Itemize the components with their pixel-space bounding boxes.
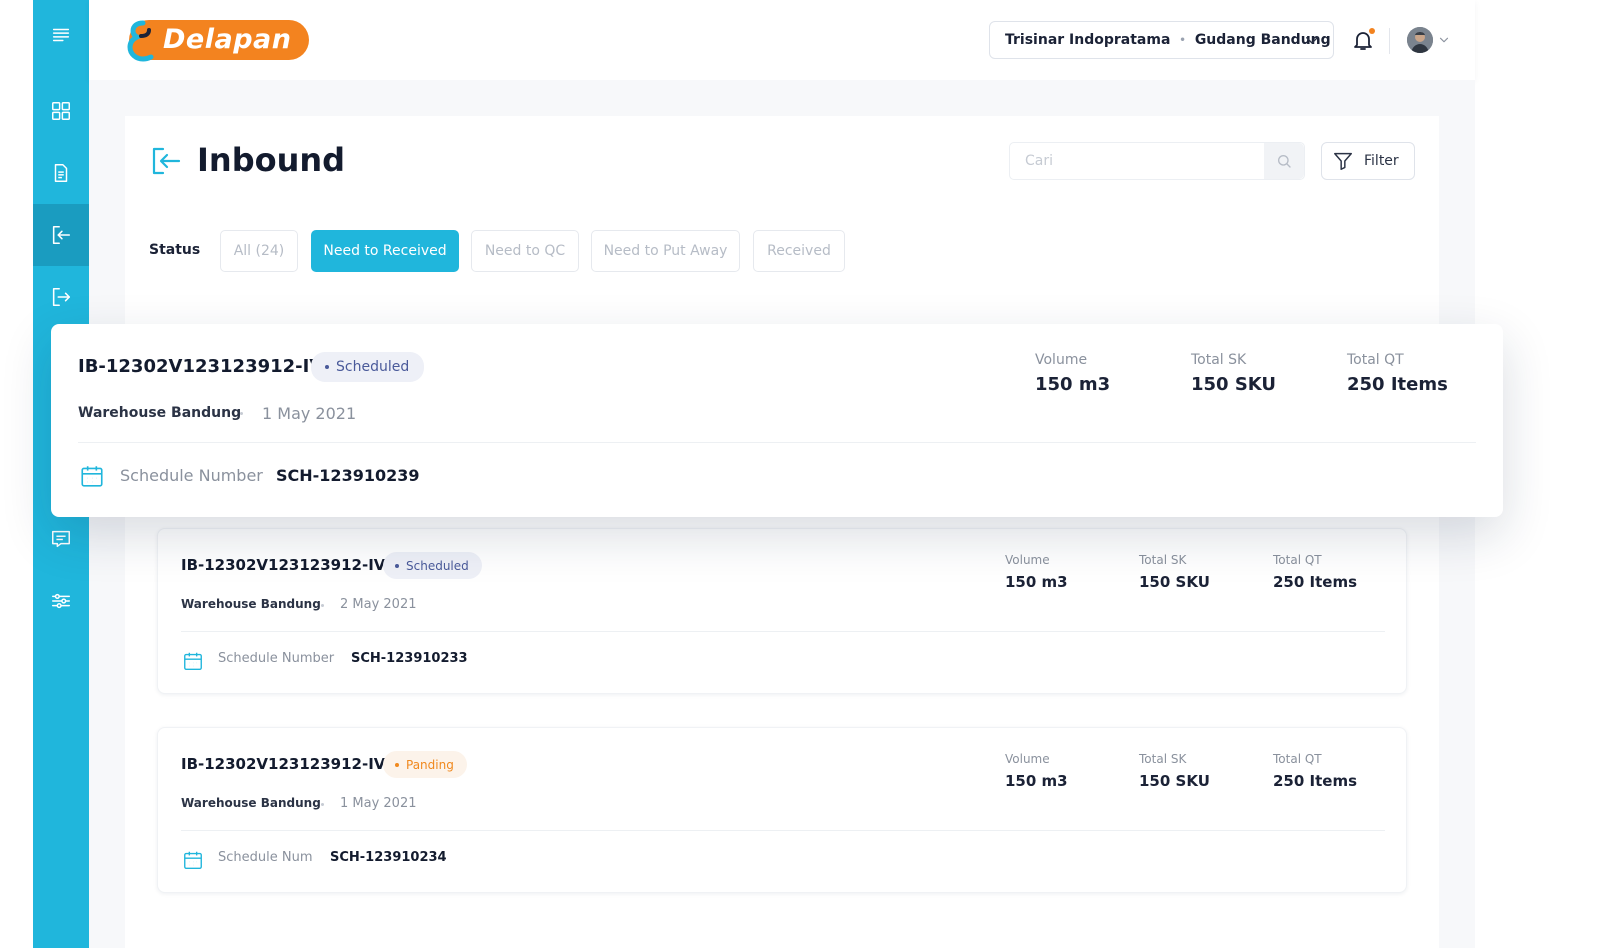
total-sku-label: Total SK [1191, 352, 1247, 368]
badge-dot [395, 762, 399, 767]
sidebar-item-dashboard[interactable] [33, 80, 89, 142]
menu-icon [52, 28, 70, 42]
badge-dot [395, 563, 399, 568]
company-name: Trisinar Indopratama [1005, 32, 1171, 48]
filter-button[interactable]: Filter [1321, 142, 1415, 180]
volume-value: 150 m3 [1005, 772, 1068, 790]
warehouse-selector[interactable]: Trisinar Indopratama • Gudang Bandung [989, 21, 1334, 59]
volume-label: Volume [1005, 553, 1050, 567]
tab-need-to-put-away[interactable]: Need to Put Away [591, 230, 740, 272]
menu-toggle[interactable] [33, 4, 89, 66]
logo-mark-icon [127, 20, 154, 62]
settings-icon [52, 593, 70, 609]
dashboard-icon [52, 102, 70, 120]
inbound-ref: IB-12302V123123912-IV [181, 755, 386, 773]
sidebar-item-messages[interactable] [33, 508, 89, 570]
volume-label: Volume [1035, 352, 1088, 368]
total-sku-value: 150 SKU [1139, 573, 1210, 591]
status-badge-label: Scheduled [336, 359, 410, 375]
inbound-date: 1 May 2021 [340, 796, 417, 811]
message-icon [52, 530, 70, 548]
document-icon [54, 164, 68, 182]
tab-need-to-qc[interactable]: Need to QC [471, 230, 579, 272]
tab-received[interactable]: Received [753, 230, 845, 272]
separator-dot [321, 604, 324, 607]
schedule-number: SCH-123910239 [276, 466, 420, 485]
calendar-icon [184, 851, 202, 869]
inbound-icon [52, 225, 71, 245]
inbound-date: 2 May 2021 [340, 597, 417, 612]
sidebar-item-inbound[interactable] [33, 204, 89, 266]
sidebar-item-outbound[interactable] [33, 266, 89, 328]
search-input[interactable] [1010, 143, 1266, 179]
calendar-icon [184, 652, 202, 670]
warehouse-name: Warehouse Bandung [181, 597, 321, 611]
card-divider [181, 830, 1385, 831]
total-qty-value: 250 Items [1273, 772, 1358, 790]
search-icon [1278, 155, 1291, 168]
volume-value: 150 m3 [1035, 374, 1111, 395]
volume-value: 150 m3 [1005, 573, 1068, 591]
filter-label: Filter [1364, 153, 1399, 169]
inbound-ref: IB-12302V123123912-IV [78, 356, 324, 377]
sidebar-item-documents[interactable] [33, 142, 89, 204]
status-badge: Scheduled [311, 352, 425, 382]
outbound-icon [52, 287, 71, 307]
total-sku-label: Total SK [1139, 553, 1187, 567]
page-title: Inbound [197, 141, 346, 179]
chevron-down-icon[interactable] [1437, 33, 1451, 47]
total-sku-label: Total SK [1139, 752, 1187, 766]
total-qty-label: Total QT [1273, 752, 1322, 766]
inbound-card[interactable]: IB-12302V123123912-IV Panding Warehouse … [157, 727, 1407, 893]
schedule-label: Schedule Num [218, 850, 313, 865]
filter-icon [1334, 152, 1352, 170]
total-qty-value: 250 Items [1347, 374, 1448, 395]
total-sku-value: 150 SKU [1191, 374, 1277, 395]
warehouse-name: Warehouse Bandung [78, 405, 242, 421]
total-qty-label: Total QT [1273, 553, 1322, 567]
search-button[interactable] [1264, 143, 1304, 179]
status-badge-label: Panding [406, 757, 454, 772]
sidebar-item-settings[interactable] [33, 570, 89, 632]
total-sku-value: 150 SKU [1139, 772, 1210, 790]
inbound-ref: IB-12302V123123912-IV [181, 556, 386, 574]
brand-logo[interactable]: Delapan [121, 20, 309, 62]
top-header: Delapan Trisinar Indopratama • Gudang Ba… [89, 0, 1475, 80]
schedule-number: SCH-123910234 [330, 850, 447, 865]
tab-need-to-received[interactable]: Need to Received [311, 230, 459, 272]
card-divider [78, 442, 1476, 443]
schedule-number: SCH-123910233 [351, 651, 468, 666]
inbound-card[interactable]: IB-12302V123123912-IV Scheduled Warehous… [157, 528, 1407, 694]
status-label: Status [149, 242, 201, 258]
notification-dot [1369, 28, 1375, 34]
chevron-down-icon [1306, 37, 1318, 44]
brand-name: Delapan [163, 24, 292, 55]
schedule-label: Schedule Number [120, 466, 263, 485]
badge-dot [325, 365, 329, 369]
inbound-card-highlighted[interactable]: IB-12302V123123912-IV Scheduled Warehous… [51, 324, 1503, 517]
card-divider [181, 631, 1385, 632]
tab-all[interactable]: All (24) [220, 230, 298, 272]
schedule-label: Schedule Number [218, 651, 335, 666]
avatar-image [1407, 27, 1433, 53]
status-badge-label: Scheduled [406, 558, 469, 573]
total-qty-value: 250 Items [1273, 573, 1358, 591]
search-box [1009, 142, 1305, 180]
header-divider [1389, 28, 1390, 54]
inbound-date: 1 May 2021 [262, 404, 357, 423]
status-badge: Panding [383, 751, 467, 778]
separator-dot: • [1179, 34, 1186, 46]
inbound-title-icon [152, 147, 181, 175]
separator-dot [321, 803, 324, 806]
status-badge: Scheduled [383, 552, 482, 579]
separator-dot [240, 412, 243, 415]
user-avatar[interactable] [1407, 27, 1433, 53]
warehouse-name: Warehouse Bandung [181, 796, 321, 810]
calendar-icon [81, 466, 103, 487]
volume-label: Volume [1005, 752, 1050, 766]
total-qty-label: Total QT [1347, 352, 1404, 368]
